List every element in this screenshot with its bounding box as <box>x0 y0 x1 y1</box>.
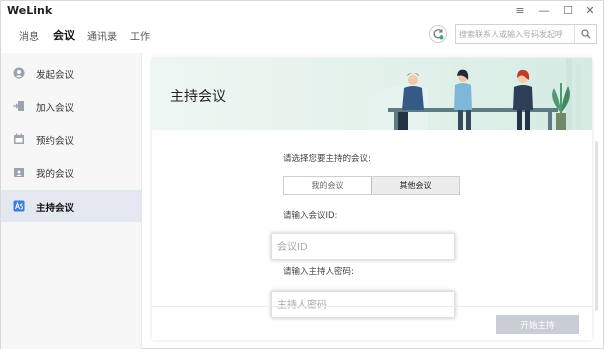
title-bar: WeLink ≡ — ☐ ✕ <box>1 1 603 21</box>
meeting-id-prompt: 请输入会议ID: <box>283 211 338 221</box>
my-meeting-icon <box>14 168 24 177</box>
meeting-illustration <box>368 58 592 130</box>
option-other-meeting[interactable]: 其他会议 <box>371 177 459 194</box>
tab-messages[interactable]: 消息 <box>19 28 39 43</box>
maximize-icon[interactable]: ☐ <box>557 1 579 19</box>
main-nav: 消息 会议 通讯录 工作 <box>1 21 603 49</box>
minimize-icon[interactable]: — <box>533 1 555 19</box>
host-password-prompt: 请输入主持人密码: <box>283 267 354 277</box>
sidebar-item-label: 加入会议 <box>36 103 75 114</box>
meeting-id-input[interactable] <box>277 239 447 255</box>
menu-icon[interactable]: ≡ <box>509 1 531 19</box>
tab-work[interactable]: 工作 <box>130 28 150 43</box>
sidebar-item-schedule-meeting[interactable]: 预约会议 <box>1 123 142 155</box>
search-input[interactable] <box>459 27 571 41</box>
sidebar-item-host-meeting[interactable]: 主持会议 <box>1 190 142 222</box>
refresh-icon[interactable] <box>429 25 447 43</box>
search-box <box>455 24 597 44</box>
tab-contacts[interactable]: 通讯录 <box>87 28 117 43</box>
select-meeting-prompt: 请选择您要主持的会议: <box>283 154 371 164</box>
search-icon[interactable] <box>574 25 596 43</box>
sidebar-item-label: 发起会议 <box>36 70 75 81</box>
option-my-meeting[interactable]: 我的会议 <box>284 177 371 194</box>
page-title: 主持会议 <box>170 89 226 105</box>
host-meeting-panel: 主持会议 请选择您要主持的会议: 我的会议 其他会议 请输入会议ID: 会议ID… <box>152 58 592 340</box>
start-hosting-button[interactable]: 开始主持 <box>496 315 579 334</box>
hero-banner: 主持会议 <box>152 58 592 130</box>
tab-meetings[interactable]: 会议 <box>53 27 75 43</box>
welink-window: WeLink ≡ — ☐ ✕ 消息 会议 通讯录 工作 搜索联系人或输入号码发起… <box>0 0 604 349</box>
sidebar-item-label: 预约会议 <box>36 136 75 147</box>
start-meeting-icon <box>13 67 25 79</box>
scrollbar[interactable] <box>595 141 598 311</box>
sidebar-item-start-meeting[interactable]: 发起会议 <box>1 57 142 89</box>
sidebar-item-label: 我的会议 <box>36 169 75 180</box>
host-meeting-icon <box>13 200 25 212</box>
host-password-input[interactable] <box>277 297 447 313</box>
sidebar: 发起会议 加入会议 预约会议 我的会议 主持会议 <box>1 53 142 349</box>
app-title: WeLink <box>7 4 53 17</box>
meeting-id-field <box>271 233 455 260</box>
meeting-type-selector: 我的会议 其他会议 <box>283 176 460 195</box>
sidebar-item-label: 主持会议 <box>36 203 75 214</box>
footer-divider <box>152 306 592 307</box>
host-password-field <box>271 291 455 318</box>
schedule-meeting-icon <box>14 133 24 144</box>
join-meeting-icon <box>13 101 24 111</box>
close-icon[interactable]: ✕ <box>579 1 601 19</box>
sidebar-item-join-meeting[interactable]: 加入会议 <box>1 90 142 122</box>
sidebar-item-my-meeting[interactable]: 我的会议 <box>1 156 142 188</box>
